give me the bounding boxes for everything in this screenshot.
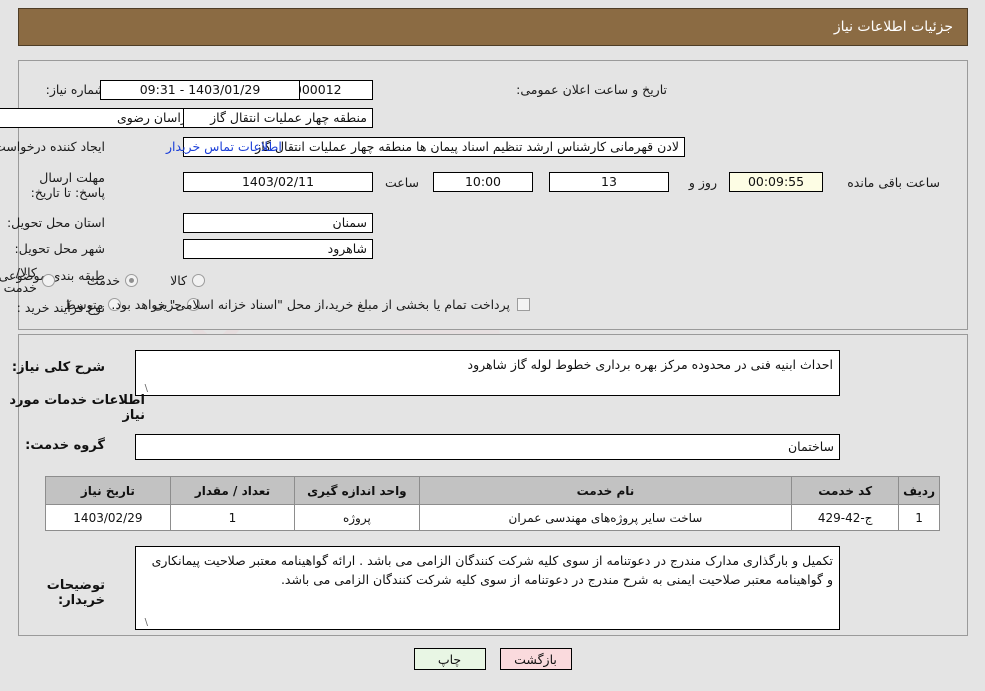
back-button[interactable]: بازگشت (499, 648, 572, 670)
creator-label: ایجاد کننده درخواست: (0, 139, 105, 154)
window-title-bar: جزئیات اطلاعات نیاز (18, 8, 968, 46)
category-label-2: کالا/خدمت (3, 265, 37, 295)
category-radio-group[interactable]: کالا خدمت کالا/خدمت (0, 265, 205, 295)
delivery-province-field[interactable]: سمنان (183, 213, 373, 233)
service-group-field[interactable]: ساختمان (135, 434, 840, 460)
category-option-1[interactable]: خدمت (86, 272, 139, 288)
treasury-checkbox-row[interactable]: پرداخت تمام یا بخشی از مبلغ خرید،از محل … (111, 297, 530, 312)
table-column-header: نام خدمت (418, 476, 793, 505)
category-radio-2[interactable] (41, 273, 55, 287)
print-button[interactable]: چاپ (413, 648, 486, 670)
services-section-heading: اطلاعات خدمات مورد نیاز (9, 393, 145, 423)
delivery-city-field[interactable]: شاهرود (183, 239, 373, 259)
delivery-city-label: شهر محل تحویل: (14, 241, 105, 256)
table-header-row: ردیف کد خدمت نام خدمت واحد اندازه گیری تعداد… (45, 476, 940, 505)
buyer-notes-textarea[interactable]: تکمیل و بارگذاری مدارک مندرج در دعوتنامه… (135, 546, 840, 630)
page-root: AriaTender.net جزئیات اطلاعات نیاز شماره… (0, 0, 985, 691)
deadline-hour-label: ساعت (384, 175, 419, 190)
services-table: ردیف کد خدمت نام خدمت واحد اندازه گیری تعداد… (45, 476, 940, 531)
buyer-org-field[interactable]: منطقه چهار عملیات انتقال گاز (183, 108, 373, 128)
table-column-header: کد خدمت (791, 476, 900, 505)
need-summary-textarea[interactable]: احداث ابنیه فنی در محدوده مرکز بهره بردا… (135, 350, 840, 396)
announce-datetime-field[interactable]: 1403/01/29 - 09:31 (100, 80, 300, 100)
need-number-label: شماره نیاز: (45, 82, 105, 97)
delivery-province-label: استان محل تحویل: (6, 215, 105, 230)
purchase-type-label-1: متوسط (64, 297, 104, 312)
buyer-notes-label: توضیحات خریدار: (46, 578, 105, 608)
countdown-timer: 00:09:55 (729, 172, 823, 192)
announce-datetime-label: تاریخ و ساعت اعلان عمومی: (516, 82, 667, 97)
table-cell: پروژه (294, 504, 420, 531)
category-label-1: خدمت (86, 272, 121, 288)
service-group-label: گروه خدمت: (25, 438, 105, 453)
buyer-contact-link[interactable]: اطلاعات تماس خریدار (166, 139, 282, 154)
action-button-bar: بازگشت چاپ (0, 648, 985, 670)
remaining-label: ساعت باقی مانده (847, 175, 940, 190)
table-column-header: تاریخ نیاز (45, 476, 171, 505)
table-cell: ج-42-429 (791, 504, 900, 531)
deadline-date-field[interactable]: 1403/02/11 (183, 172, 373, 192)
deadline-label: مهلت ارسال پاسخ: تا تاریخ: (30, 170, 105, 200)
table-column-header: ردیف (898, 476, 940, 505)
buyer-notes-text: تکمیل و بارگذاری مدارک مندرج در دعوتنامه… (151, 553, 833, 587)
table-column-header: واحد اندازه گیری (294, 476, 420, 505)
table-cell: 1403/02/29 (45, 504, 171, 531)
category-radio-0[interactable] (192, 273, 205, 287)
category-radio-1[interactable] (125, 273, 139, 287)
days-word-label: روز و (688, 175, 717, 190)
table-cell: ساخت سایر پروژه‌های مهندسی عمران (418, 504, 793, 531)
need-summary-text: احداث ابنیه فنی در محدوده مرکز بهره بردا… (467, 357, 833, 372)
category-option-0[interactable]: کالا (170, 273, 205, 288)
table-row: 1 ج-42-429 ساخت سایر پروژه‌های مهندسی عمرا… (45, 504, 940, 531)
category-option-2[interactable]: کالا/خدمت (4, 265, 55, 295)
need-summary-label: شرح کلی نیاز: (11, 360, 105, 375)
resize-grip-icon-2[interactable] (138, 618, 148, 628)
category-label-0: کالا (170, 272, 187, 288)
table-cell: 1 (169, 504, 296, 531)
days-left-field[interactable]: 13 (549, 172, 669, 192)
deadline-time-field[interactable]: 10:00 (433, 172, 533, 192)
treasury-checkbox-label: پرداخت تمام یا بخشی از مبلغ خرید،از محل … (111, 297, 510, 312)
table-cell: 1 (898, 504, 940, 531)
table-body: 1 ج-42-429 ساخت سایر پروژه‌های مهندسی عمرا… (45, 504, 940, 531)
page-title: جزئیات اطلاعات نیاز (833, 19, 953, 35)
treasury-checkbox[interactable] (517, 298, 530, 311)
table-column-header: تعداد / مقدار (169, 476, 296, 505)
